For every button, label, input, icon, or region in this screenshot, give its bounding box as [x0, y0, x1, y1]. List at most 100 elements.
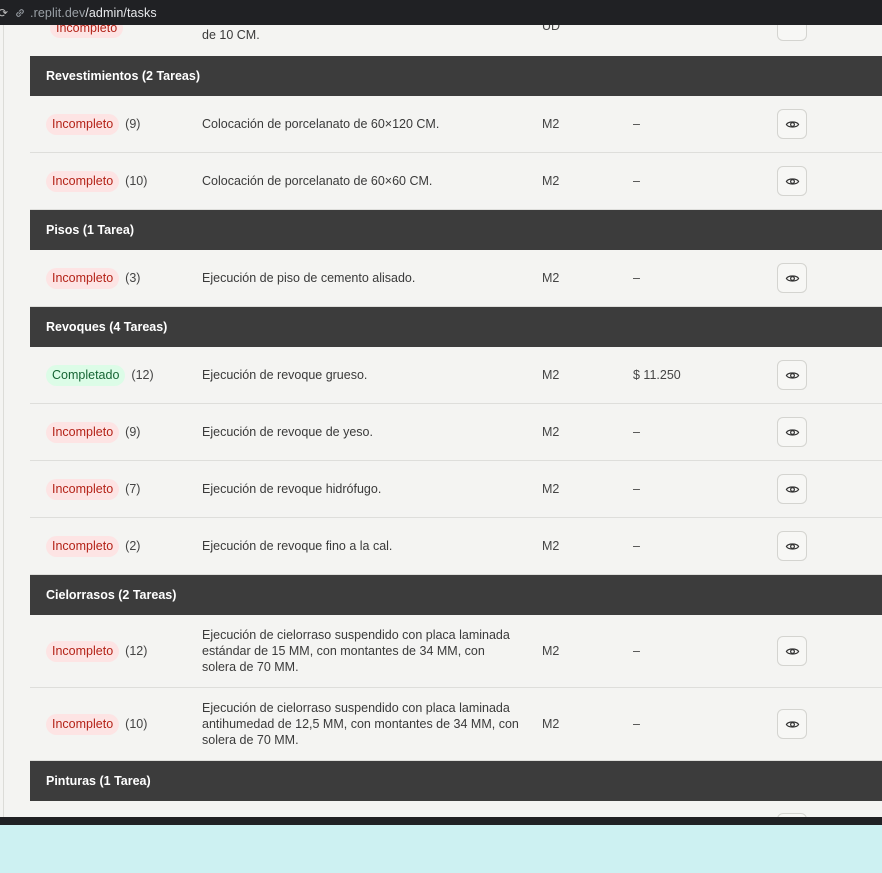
table-row: Incompleto (10) Colocación de porcelanato …: [30, 153, 882, 210]
view-button[interactable]: [777, 109, 807, 139]
view-button[interactable]: [777, 263, 807, 293]
table-row: Incompleto (7) Ejecución de revoque hidróf…: [30, 461, 882, 518]
status-cell: Incompleto (2): [46, 535, 141, 557]
status-badge: Incompleto: [46, 535, 120, 557]
tasks-table: Incompleto de 10 CM. UD Revestimientos (…: [30, 25, 882, 825]
task-description: Colocación de porcelanato de 60×60 CM.: [202, 174, 433, 188]
status-cell: Incompleto (7): [46, 478, 141, 500]
status-badge: Incompleto: [46, 478, 120, 500]
status-cell: Incompleto (10): [46, 713, 148, 735]
task-price: –: [633, 174, 640, 188]
task-price: –: [633, 717, 640, 731]
table-row: Incompleto (2) Ejecución de revoque fino a…: [30, 518, 882, 575]
task-count: (3): [125, 271, 141, 285]
table-row: Incompleto (9) Colocación de porcelanato d…: [30, 96, 882, 153]
task-count: (7): [125, 482, 141, 496]
group-header[interactable]: Pisos (1 Tarea): [30, 210, 882, 250]
view-button[interactable]: [777, 360, 807, 390]
task-unit: M2: [542, 117, 560, 131]
task-unit: UD: [542, 25, 561, 33]
task-count: (2): [125, 539, 141, 553]
left-panel: [0, 25, 30, 825]
status-badge: Incompleto: [46, 170, 120, 192]
page-viewport: Incompleto de 10 CM. UD Revestimientos (…: [0, 25, 882, 825]
view-button[interactable]: [777, 636, 807, 666]
task-price: $ 11.250: [633, 368, 681, 382]
task-unit: M2: [542, 271, 560, 285]
task-price: –: [633, 425, 640, 439]
eye-icon: [785, 542, 799, 550]
task-count: (10): [125, 717, 148, 731]
task-description: Ejecución de revoque grueso.: [202, 368, 368, 382]
task-description: Ejecución de cielorraso suspendido con p…: [202, 628, 510, 674]
task-description: Ejecución de cielorraso suspendido con p…: [202, 701, 519, 747]
eye-icon: [785, 428, 799, 436]
group-header[interactable]: Revoques (4 Tareas): [30, 307, 882, 347]
task-count: (9): [125, 117, 141, 131]
status-badge: Incompleto: [50, 25, 124, 38]
view-button[interactable]: [777, 417, 807, 447]
task-count: (12): [125, 644, 148, 658]
view-button[interactable]: [777, 531, 807, 561]
task-description: de 10 CM.: [202, 28, 260, 42]
table-row: Incompleto (12) Ejecución de cielorraso su…: [30, 615, 882, 688]
table-row: Incompleto (3) Ejecución de piso de cement…: [30, 250, 882, 307]
task-unit: M2: [542, 539, 560, 553]
task-price: –: [633, 271, 640, 285]
task-unit: M2: [542, 174, 560, 188]
task-count: (9): [125, 425, 141, 439]
table-row: Incompleto (9) Ejecución de revoque de yes…: [30, 404, 882, 461]
status-cell: Incompleto (10): [46, 170, 148, 192]
task-unit: M2: [542, 644, 560, 658]
eye-icon: [785, 177, 799, 185]
status-badge: Completado: [46, 364, 126, 386]
reload-icon[interactable]: ⟳: [0, 6, 8, 20]
eye-icon: [785, 371, 799, 379]
status-badge: Incompleto: [46, 267, 120, 289]
task-price: –: [633, 539, 640, 553]
status-cell: Incompleto (3): [46, 267, 141, 289]
url-text[interactable]: .replit.dev/admin/tasks: [30, 6, 157, 20]
status-cell: Incompleto (9): [46, 113, 141, 135]
task-unit: M2: [542, 717, 560, 731]
task-unit: M2: [542, 482, 560, 496]
link-icon: [14, 7, 26, 19]
task-description: Ejecución de revoque fino a la cal.: [202, 539, 393, 553]
eye-icon: [785, 720, 799, 728]
view-button[interactable]: [777, 474, 807, 504]
table-row-cut: [30, 801, 882, 825]
status-cell: Incompleto (9): [46, 421, 141, 443]
task-count: (12): [131, 368, 154, 382]
task-description: Ejecución de revoque hidrófugo.: [202, 482, 382, 496]
task-price: –: [633, 482, 640, 496]
eye-icon: [785, 274, 799, 282]
view-button[interactable]: [777, 25, 807, 41]
task-unit: M2: [542, 368, 560, 382]
table-row: Incompleto (10) Ejecución de cielorraso su…: [30, 688, 882, 761]
task-price: –: [633, 117, 640, 131]
status-badge: Incompleto: [46, 640, 120, 662]
task-description: Colocación de porcelanato de 60×120 CM.: [202, 117, 440, 131]
status-badge: Incompleto: [46, 713, 120, 735]
eye-icon: [785, 485, 799, 493]
eye-icon: [785, 647, 799, 655]
status-badge: Incompleto: [46, 113, 120, 135]
status-cell: Incompleto (12): [46, 640, 148, 662]
table-row-partial: Incompleto de 10 CM. UD: [30, 25, 882, 56]
group-header[interactable]: Pinturas (1 Tarea): [30, 761, 882, 801]
task-description: Ejecución de revoque de yeso.: [202, 425, 373, 439]
task-price: –: [633, 644, 640, 658]
view-button[interactable]: [777, 813, 807, 825]
view-button[interactable]: [777, 709, 807, 739]
group-header[interactable]: Cielorrasos (2 Tareas): [30, 575, 882, 615]
view-button[interactable]: [777, 166, 807, 196]
status-badge: Incompleto: [46, 421, 120, 443]
eye-icon: [785, 120, 799, 128]
task-description: Ejecución de piso de cemento alisado.: [202, 271, 416, 285]
task-unit: M2: [542, 425, 560, 439]
browser-address-bar: ⟳ .replit.dev/admin/tasks: [0, 0, 882, 25]
status-cell: Completado (12): [46, 364, 154, 386]
group-header[interactable]: Revestimientos (2 Tareas): [30, 56, 882, 96]
task-count: (10): [125, 174, 148, 188]
table-row: Completado (12) Ejecución de revoque grues…: [30, 347, 882, 404]
